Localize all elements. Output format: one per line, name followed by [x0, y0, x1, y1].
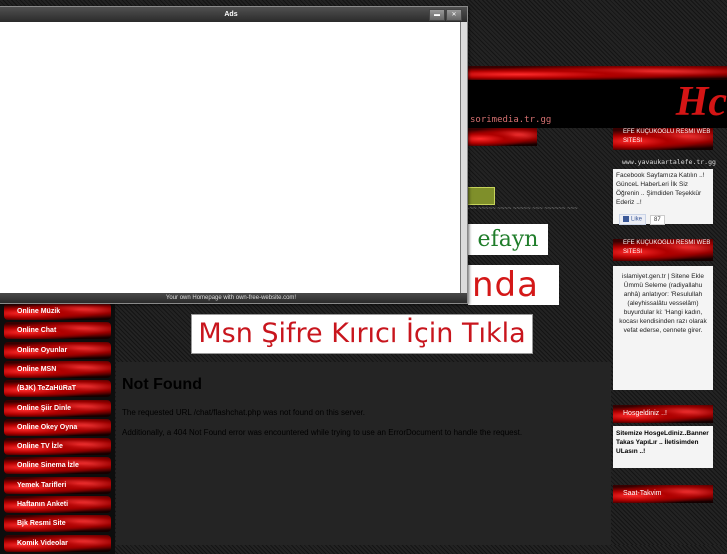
sidebar-menu-item[interactable]: Haftanın Anketi: [4, 496, 111, 513]
islam-box: islamiyet.gen.tr | Sitene Ekle Ümmü Sele…: [613, 266, 713, 390]
facebook-like-button[interactable]: Like: [619, 214, 647, 225]
sidebar-menu-item[interactable]: Online Şiir Dinle: [4, 400, 111, 417]
close-icon: ✕: [451, 12, 457, 18]
sidebar-menu-item[interactable]: Online Müzik: [4, 303, 111, 320]
facebook-like-row: Like 87: [619, 208, 665, 226]
dialog-title: Ads: [224, 11, 238, 18]
ads-dialog[interactable]: Ads ▬ ✕ Your own Homepage with own-free-…: [0, 6, 468, 304]
page-title: Not Found: [122, 376, 202, 393]
right-header-label: efe küçükoğlu resmi web sitesi: [623, 129, 711, 144]
sidebar-menu-item[interactable]: Komik Videolar: [4, 535, 111, 552]
red-text-ad-banner[interactable]: nda: [468, 265, 559, 305]
close-button[interactable]: ✕: [446, 9, 462, 21]
msn-ad-banner[interactable]: Msn Şifre Kırıcı İçin Tıkla: [191, 314, 533, 354]
right-header-label: Saat-Takvim: [623, 490, 662, 497]
small-green-banner[interactable]: [466, 187, 495, 205]
sidebar-menu-item[interactable]: Bjk Resmi Site: [4, 515, 111, 532]
banner-logo-text: Hc: [675, 79, 727, 125]
facebook-like-count: 87: [650, 215, 665, 225]
minimize-button[interactable]: ▬: [429, 9, 445, 21]
facebook-text: Facebook Sayfamıza Katılın ..! GüncеL Ha…: [616, 172, 705, 206]
sidebar-menu-item[interactable]: Online Oyunlar: [4, 342, 111, 359]
sidebar-menu-item[interactable]: Online Chat: [4, 322, 111, 339]
dialog-content: [0, 22, 461, 293]
right-header-label: efe küçükoğlu resmi web sitesi: [623, 240, 711, 255]
sidebar-menu-item[interactable]: Online TV İzle: [4, 438, 111, 455]
right-header-label: Hosgeldiniz ..!: [623, 410, 667, 417]
scrolling-text: ~~~ ~~~~~ ~~~~ ~~~~~ ~~~ ~~~~~~ ~~~: [466, 206, 578, 212]
main-content: Not Found The requested URL /chat/flashc…: [116, 362, 611, 545]
site-url-link[interactable]: www.yavaukartalefe.tr.gg: [622, 158, 716, 166]
right-header-clock: Saat-Takvim: [613, 485, 713, 503]
header-banner[interactable]: sorimedia.tr.gg Hc: [466, 66, 727, 128]
facebook-like-label: Like: [631, 217, 643, 223]
sidebar-menu-item[interactable]: Online Okey Oyna: [4, 419, 111, 436]
sidebar-menu-item[interactable]: Online MSN: [4, 361, 111, 378]
sidebar-menu-item[interactable]: (BJK) TeZaHüRaT: [4, 380, 111, 397]
error-detail: Additionally, a 404 Not Found error was …: [122, 428, 523, 437]
page: { "banner": {"url_text": "sorimedia.tr.g…: [0, 0, 727, 554]
banner-flame-bar: [466, 128, 537, 146]
welcome-text: Sitemize HosgeLdiniz..Banner Takas YapıL…: [616, 430, 709, 455]
dialog-titlebar[interactable]: Ads ▬ ✕: [0, 7, 467, 22]
efayn-ad-banner[interactable]: efayn: [468, 224, 548, 255]
banner-url-text: sorimedia.tr.gg: [470, 115, 552, 125]
minimize-icon: ▬: [434, 12, 440, 18]
facebook-icon: [623, 216, 629, 223]
sidebar-menu-item[interactable]: Yemek Tarifleri: [4, 477, 111, 494]
error-message: The requested URL /chat/flashchat.php wa…: [122, 408, 365, 417]
islam-text: islamiyet.gen.tr | Sitene Ekle Ümmü Sele…: [619, 273, 707, 334]
sidebar-menu-item[interactable]: Online Sinema İzle: [4, 457, 111, 474]
dialog-footer[interactable]: Your own Homepage with own-free-website.…: [0, 293, 467, 303]
right-header-efe-2: efe küçükoğlu resmi web sitesi: [613, 239, 713, 261]
right-header-efe-1: efe küçükoğlu resmi web sitesi: [613, 128, 713, 150]
right-header-welcome: Hosgeldiniz ..!: [613, 405, 713, 423]
welcome-box: Sitemize HosgeLdiniz..Banner Takas YapıL…: [613, 426, 713, 468]
